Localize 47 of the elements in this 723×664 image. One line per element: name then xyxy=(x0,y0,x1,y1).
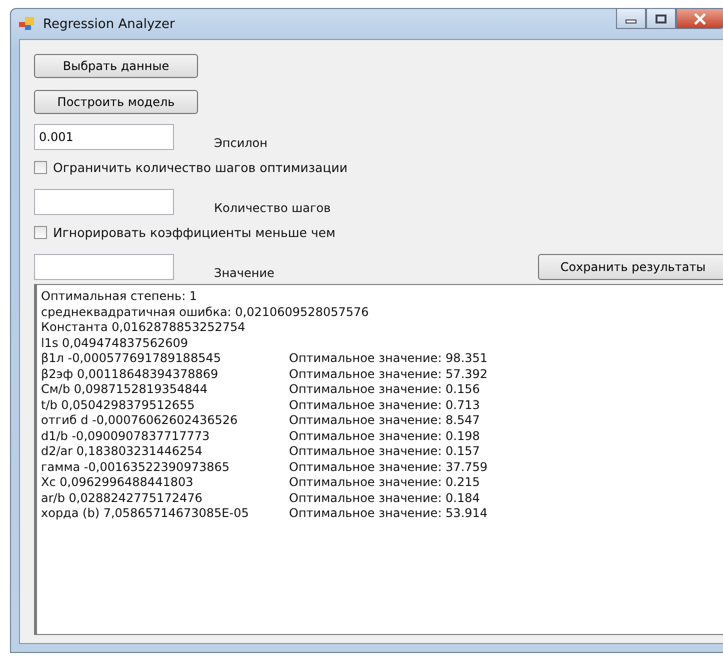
checkbox[interactable] xyxy=(34,161,47,174)
optimal-value: Оптимальное значение: 0.198 xyxy=(289,428,481,444)
result-line: Константа 0,0162878853252754 xyxy=(41,320,246,336)
result-line: d1/b -0,0900907837717773 xyxy=(41,428,211,444)
result-line: отгиб d -0,00076062602436526 xyxy=(41,413,239,428)
checkbox-label: Ограничить количество шагов оптимизации xyxy=(53,160,348,175)
input-field[interactable] xyxy=(34,189,174,215)
checkbox-label: Игнорировать коэффициенты меньше чем xyxy=(53,225,336,240)
result-line: Xc 0,0962996488441803 xyxy=(41,475,194,490)
window-title: Regression Analyzer xyxy=(43,16,175,32)
result-line: l1s 0,049474837562609 xyxy=(41,336,190,351)
optimal-value: Оптимальное значение: 0.215 xyxy=(289,475,481,490)
optimal-value: Оптимальное значение: 0.713 xyxy=(289,398,481,413)
action-button[interactable]: Построить модель xyxy=(34,90,198,114)
optimal-value: Оптимальное значение: 53.914 xyxy=(289,506,489,522)
result-line: β2эф 0,00118648394378869 xyxy=(41,366,220,382)
maximize-button[interactable] xyxy=(646,8,676,29)
result-line: среднеквадратичная ошибка: 0,0210609528057576 xyxy=(41,304,370,320)
close-button[interactable] xyxy=(676,8,723,29)
app-icon xyxy=(19,17,35,31)
optimal-value: Оптимальное значение: 0.156 xyxy=(289,382,481,398)
result-line: гамма -0,00163522390973865 xyxy=(41,460,231,475)
result-line: t/b 0,0504298379512655 xyxy=(41,398,196,413)
result-line: Cм/b 0,0987152819354844 xyxy=(41,382,209,398)
result-line: хорда (b) 7,05865714673085E-05 xyxy=(41,506,250,522)
optimal-value: Оптимальное значение: 8.547 xyxy=(289,413,481,428)
close-icon xyxy=(693,12,707,24)
input-field[interactable] xyxy=(34,254,174,280)
save-button[interactable]: Сохранить результаты xyxy=(538,254,723,280)
optimal-value: Оптимальное значение: 0.184 xyxy=(289,490,481,506)
result-line: d2/ar 0,183803231446254 xyxy=(41,444,204,460)
field-label: Эпсилон xyxy=(214,136,268,150)
results-text-area[interactable] xyxy=(34,284,723,635)
result-line: Оптимальная степень: 1 xyxy=(41,289,198,304)
action-button[interactable]: Выбрать данные xyxy=(34,54,198,78)
optimal-value: Оптимальное значение: 37.759 xyxy=(289,460,489,475)
field-label: Количество шагов xyxy=(214,201,331,215)
maximize-icon xyxy=(655,14,667,24)
field-label: Значение xyxy=(214,266,274,280)
optimal-value: Оптимальное значение: 98.351 xyxy=(289,351,489,366)
result-line: ar/b 0,0288242775172476 xyxy=(41,490,204,506)
result-line: β1л -0,000577691789188545 xyxy=(41,351,222,366)
checkbox[interactable] xyxy=(34,226,47,239)
minimize-button[interactable] xyxy=(616,8,646,29)
optimal-value: Оптимальное значение: 57.392 xyxy=(289,366,489,382)
optimal-value: Оптимальное значение: 0.157 xyxy=(289,444,481,460)
input-field[interactable]: 0.001 xyxy=(34,124,174,150)
